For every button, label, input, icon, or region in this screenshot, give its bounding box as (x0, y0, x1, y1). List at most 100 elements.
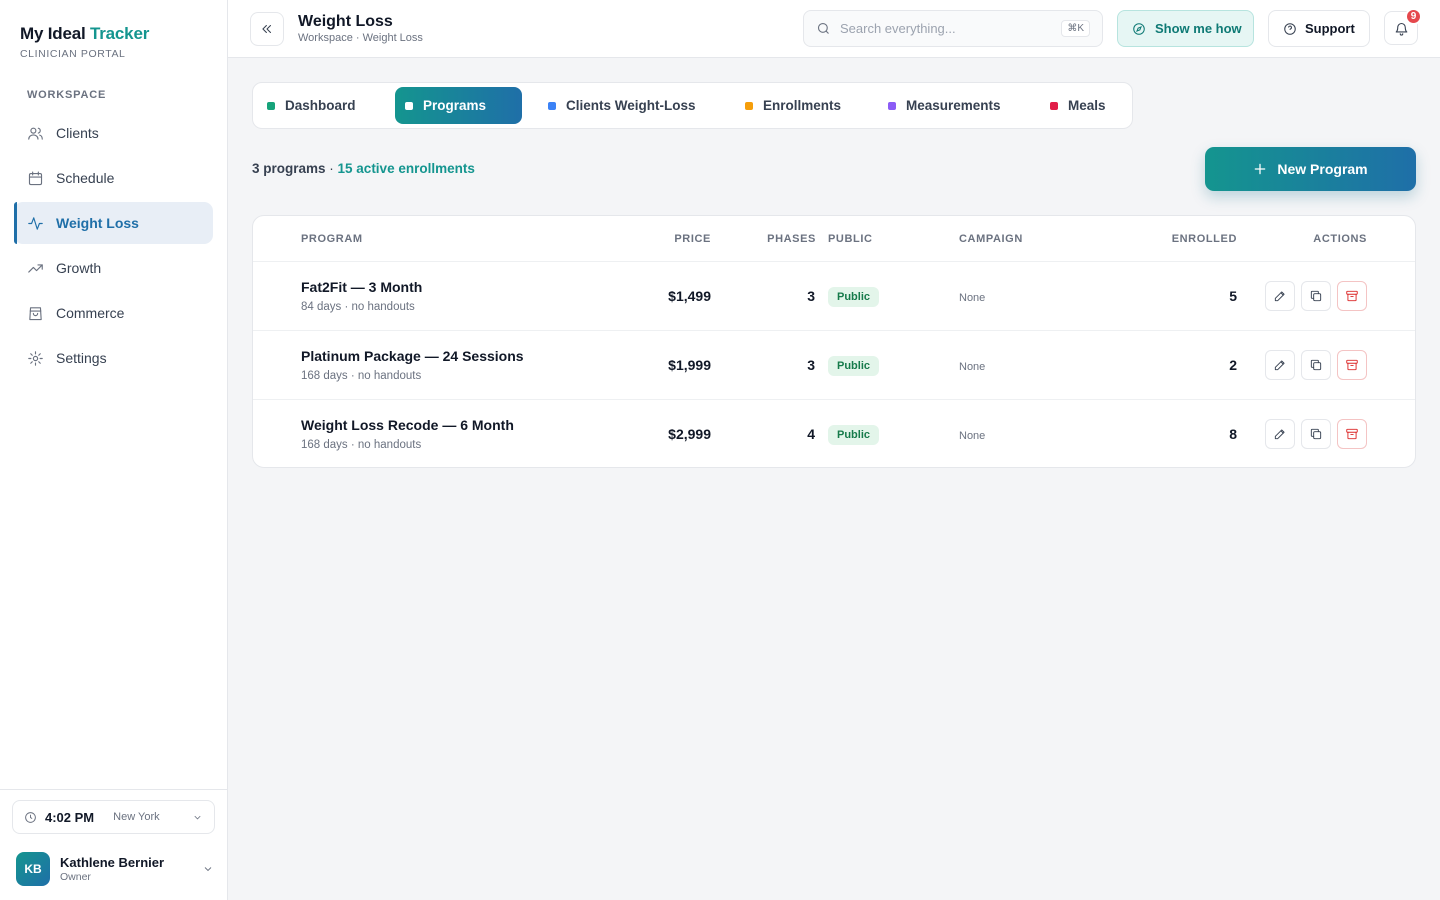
column-header-program[interactable]: PROGRAM (301, 233, 363, 245)
tab-color-dot (405, 102, 413, 110)
trending-up-icon (28, 263, 43, 273)
program-name[interactable]: Platinum Package — 24 Sessions (301, 348, 524, 364)
pencil-icon (1274, 360, 1285, 371)
archive-button[interactable] (1337, 350, 1367, 380)
sidebar-item-schedule[interactable]: Schedule (14, 157, 213, 199)
tab-color-dot (267, 102, 275, 110)
sidebar: My Ideal Tracker CLINICIAN PORTAL WORKSP… (0, 0, 228, 900)
archive-button[interactable] (1337, 419, 1367, 449)
public-badge: Public (828, 287, 880, 307)
search-box[interactable]: ⌘K (803, 10, 1103, 47)
tab-color-dot (548, 102, 556, 110)
search-input[interactable] (840, 21, 1050, 36)
top-header: Weight Loss Workspace · Weight Loss ⌘K S… (228, 0, 1440, 58)
clock-icon (25, 811, 36, 823)
program-name[interactable]: Weight Loss Recode — 6 Month (301, 417, 514, 433)
brand[interactable]: My Ideal Tracker CLINICIAN PORTAL (20, 24, 149, 60)
program-campaign: None (959, 361, 986, 373)
program-price: $1,499 (668, 288, 711, 304)
column-header-campaign[interactable]: CAMPAIGN (959, 233, 1023, 245)
duplicate-button[interactable] (1301, 350, 1331, 380)
sidebar-item-label: Weight Loss (56, 215, 139, 231)
search-icon (817, 22, 829, 34)
chevron-down-icon (194, 815, 201, 819)
program-campaign: None (959, 292, 986, 304)
duplicate-button[interactable] (1301, 419, 1331, 449)
tab-programs[interactable]: Programs (395, 87, 522, 124)
tab-label: Meals (1068, 98, 1106, 113)
collapse-sidebar-button[interactable] (250, 12, 284, 46)
new-program-label: New Program (1277, 161, 1368, 177)
chevron-down-icon (204, 867, 212, 872)
active-enrollments-count: 15 active enrollments (337, 161, 475, 176)
tab-measurements[interactable]: Measurements (878, 87, 1018, 124)
sidebar-item-label: Commerce (56, 305, 125, 321)
program-count: 3 programs (252, 161, 326, 176)
compass-icon (1133, 22, 1145, 35)
duplicate-button[interactable] (1301, 281, 1331, 311)
sidebar-item-label: Clients (56, 125, 99, 141)
search-shortcut: ⌘K (1061, 20, 1090, 37)
users-icon (28, 127, 43, 140)
sidebar-item-settings[interactable]: Settings (14, 337, 213, 379)
column-header-price[interactable]: PRICE (674, 233, 711, 245)
gear-icon (28, 350, 43, 366)
table-row[interactable]: Platinum Package — 24 Sessions 168 days … (253, 331, 1415, 400)
clock-timezone: New York (113, 811, 160, 823)
sidebar-item-clients[interactable]: Clients (14, 112, 213, 154)
program-meta: 168 days · no handouts (301, 439, 422, 451)
new-program-button[interactable]: New Program (1205, 147, 1416, 191)
program-price: $2,999 (668, 426, 711, 442)
column-header-public[interactable]: PUBLIC (828, 233, 873, 245)
edit-button[interactable] (1265, 281, 1295, 311)
timezone-clock[interactable]: 4:02 PM New York (12, 800, 215, 834)
edit-button[interactable] (1265, 350, 1295, 380)
column-header-phases[interactable]: PHASES (767, 233, 816, 245)
programs-table: PROGRAM PRICE PHASES PUBLIC CAMPAIGN ENR… (252, 215, 1416, 468)
tab-color-dot (888, 102, 896, 110)
brand-subtitle: CLINICIAN PORTAL (20, 48, 126, 60)
tab-dashboard[interactable]: Dashboard (257, 87, 384, 124)
table-row[interactable]: Fat2Fit — 3 Month 84 days · no handouts … (253, 262, 1415, 331)
tab-label: Dashboard (285, 98, 356, 113)
edit-button[interactable] (1265, 419, 1295, 449)
program-phases: 3 (807, 288, 815, 304)
chevrons-left-icon (262, 24, 272, 34)
pencil-icon (1274, 429, 1285, 440)
sidebar-divider (0, 789, 227, 790)
avatar: KB (16, 852, 50, 886)
sidebar-item-growth[interactable]: Growth (14, 247, 213, 289)
summary-separator: · (325, 161, 338, 176)
help-circle-icon (1284, 22, 1296, 35)
sidebar-item-label: Schedule (56, 170, 115, 186)
program-phases: 4 (807, 426, 815, 442)
activity-icon (28, 216, 43, 230)
tab-meals[interactable]: Meals (1040, 87, 1120, 124)
breadcrumb: Workspace · Weight Loss (298, 32, 423, 44)
program-meta: 168 days · no handouts (301, 370, 422, 382)
tab-label: Clients Weight-Loss (566, 98, 696, 113)
public-badge: Public (828, 425, 880, 445)
program-enrolled: 5 (1229, 288, 1237, 304)
program-phases: 3 (807, 357, 815, 373)
tab-enrollments[interactable]: Enrollments (735, 87, 855, 124)
support-button[interactable]: Support (1268, 10, 1370, 47)
archive-icon (1346, 428, 1358, 440)
tab-clients-weight-loss[interactable]: Clients Weight-Loss (538, 87, 714, 124)
program-enrolled: 8 (1229, 426, 1237, 442)
column-header-enrolled[interactable]: ENROLLED (1172, 233, 1237, 245)
sidebar-item-weight-loss[interactable]: Weight Loss (14, 202, 213, 244)
show-me-how-button[interactable]: Show me how (1117, 10, 1254, 47)
user-name: Kathlene Bernier (60, 855, 165, 870)
archive-button[interactable] (1337, 281, 1367, 311)
program-name[interactable]: Fat2Fit — 3 Month (301, 279, 422, 295)
brand-title: My Ideal Tracker (20, 24, 150, 43)
calendar-icon (28, 171, 43, 185)
sidebar-item-commerce[interactable]: Commerce (14, 292, 213, 334)
user-menu[interactable]: KB Kathlene Bernier Owner (16, 852, 214, 886)
shopping-bag-icon (29, 306, 42, 320)
archive-icon (1346, 359, 1358, 371)
table-row[interactable]: Weight Loss Recode — 6 Month 168 days · … (253, 400, 1415, 467)
module-tabs: Dashboard Programs Clients Weight-Loss E… (252, 82, 1133, 129)
program-enrolled: 2 (1229, 357, 1237, 373)
